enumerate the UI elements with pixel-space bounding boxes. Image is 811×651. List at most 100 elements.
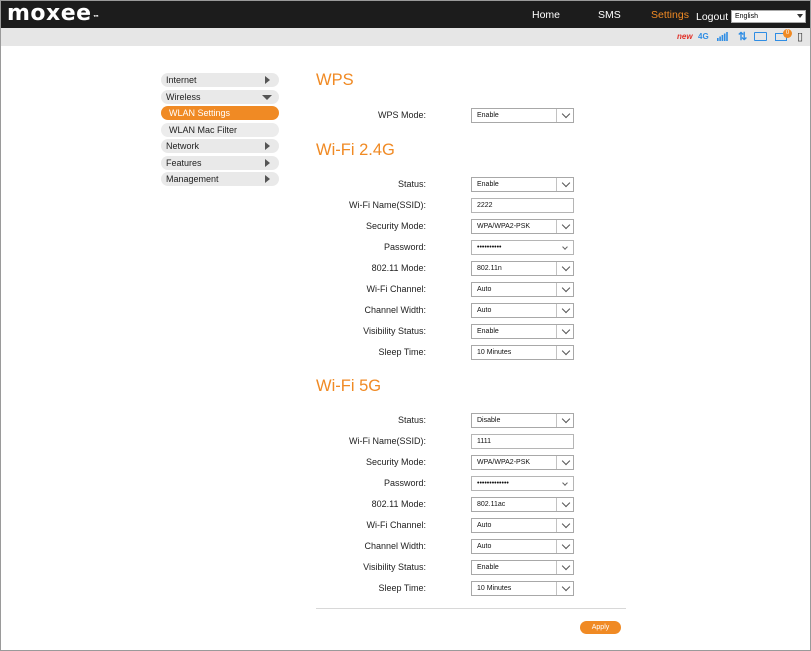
select-separator (556, 414, 557, 427)
wifi24-sleep-time-label: Sleep Time: (378, 347, 426, 357)
moxee-logo[interactable]: moxee™ (7, 1, 100, 27)
nav-home[interactable]: Home (532, 1, 560, 29)
chevron-right-icon (265, 76, 270, 84)
select-separator (556, 178, 557, 191)
form-divider (316, 608, 626, 609)
nav-sms[interactable]: SMS (598, 1, 621, 29)
wifi5-status-label: Status: (397, 415, 426, 425)
wifi5-channel-width-label: Channel Width: (364, 541, 426, 551)
chevron-down-icon (262, 94, 272, 100)
wifi24-sleep-time-select[interactable]: 10 Minutes (471, 345, 574, 360)
wifi5-security-mode-value: WPA/WPA2-PSK (477, 459, 531, 466)
wifi5-sleep-time-select[interactable]: 10 Minutes (471, 581, 574, 596)
wifi5-ssid-input[interactable]: 1111 (471, 434, 574, 449)
chevron-down-icon (561, 456, 571, 466)
select-separator (556, 456, 557, 469)
wifi5-visibility-select[interactable]: Enable (471, 560, 574, 575)
wifi5-status-select[interactable]: Disable (471, 413, 574, 428)
sidebar-item-label: WLAN Mac Filter (169, 124, 238, 135)
wifi24-channel-width-select[interactable]: Auto (471, 303, 574, 318)
wifi24-security-mode-value: WPA/WPA2-PSK (477, 223, 531, 230)
wifi24-password-input[interactable]: •••••••••• (471, 240, 574, 255)
nav-settings[interactable]: Settings (651, 1, 689, 29)
sms-count-badge: 0 (783, 29, 792, 38)
wps-section-title: WPS (316, 71, 354, 89)
wifi24-visibility-label: Visibility Status: (363, 326, 426, 336)
wifi5-sleep-time-label: Sleep Time: (378, 583, 426, 593)
chevron-right-icon (265, 142, 270, 150)
sidebar-item-internet[interactable]: Internet (161, 73, 279, 87)
chevron-right-icon (265, 158, 270, 167)
wifi24-visibility-value: Enable (477, 328, 499, 335)
signal-icon (717, 32, 728, 41)
show-password-toggle-icon[interactable] (562, 244, 568, 250)
apply-button[interactable]: Apply (580, 621, 621, 634)
chevron-down-icon (797, 14, 803, 18)
wps-mode-label: WPS Mode: (377, 110, 426, 120)
sidebar-item-wireless[interactable]: Wireless (161, 89, 279, 104)
select-separator (556, 540, 557, 553)
wifi24-80211-mode-value: 802.11n (477, 265, 502, 272)
chevron-down-icon (561, 262, 571, 272)
sidebar-item-label: Internet (166, 75, 197, 85)
select-separator (556, 283, 557, 296)
sidebar-item-label: Features (166, 157, 202, 168)
wifi24-section-title: Wi-Fi 2.4G (316, 141, 395, 159)
chevron-down-icon (561, 109, 571, 119)
chevron-down-icon (561, 561, 571, 571)
wifi24-password-label: Password: (383, 242, 426, 252)
select-separator (556, 109, 557, 122)
wifi24-status-select[interactable]: Enable (471, 177, 574, 192)
wifi24-password-value: •••••••••• (477, 244, 502, 251)
select-separator (556, 262, 557, 275)
select-separator (556, 346, 557, 359)
logout-link[interactable]: Logout (696, 3, 728, 31)
wps-mode-select[interactable]: Enable (471, 108, 574, 123)
select-separator (556, 304, 557, 317)
language-value: English (735, 13, 758, 20)
select-separator (556, 325, 557, 338)
wifi5-security-mode-label: Security Mode: (365, 457, 426, 467)
wifi5-password-value: ••••••••••••• (477, 480, 509, 487)
wifi5-channel-width-select[interactable]: Auto (471, 539, 574, 554)
language-select[interactable]: English (731, 10, 806, 23)
wifi5-visibility-value: Enable (477, 564, 499, 571)
wifi5-channel-value: Auto (477, 522, 492, 529)
wifi5-80211-mode-value: 802.11ac (477, 501, 506, 508)
wifi5-password-input[interactable]: ••••••••••••• (471, 476, 574, 491)
wifi24-channel-select[interactable]: Auto (471, 282, 574, 297)
wifi24-visibility-select[interactable]: Enable (471, 324, 574, 339)
sidebar-item-features[interactable]: Features (161, 155, 279, 170)
wifi24-80211-mode-select[interactable]: 802.11n (471, 261, 574, 276)
wifi5-channel-select[interactable]: Auto (471, 518, 574, 533)
wifi24-status-label: Status: (397, 179, 426, 189)
wifi24-security-mode-select[interactable]: WPA/WPA2-PSK (471, 219, 574, 234)
select-separator (556, 498, 557, 511)
chevron-down-icon (561, 178, 571, 188)
wifi24-channel-value: Auto (477, 286, 492, 293)
sidebar-item-wlan-mac-filter[interactable]: WLAN Mac Filter (161, 122, 279, 137)
show-password-toggle-icon[interactable] (562, 480, 568, 486)
select-separator (556, 519, 557, 532)
chevron-down-icon (561, 220, 571, 230)
wifi24-ssid-label: Wi-Fi Name(SSID): (349, 200, 426, 210)
top-navigation-bar: moxee™ Home SMS Settings Logout English (1, 1, 810, 31)
chevron-down-icon (561, 346, 571, 356)
wifi-device-icon[interactable] (754, 32, 767, 41)
wps-mode-value: Enable (477, 112, 499, 119)
wifi5-80211-mode-select[interactable]: 802.11ac (471, 497, 574, 512)
wifi5-security-mode-select[interactable]: WPA/WPA2-PSK (471, 455, 574, 470)
sidebar-item-label: Wireless (166, 91, 201, 102)
wifi24-ssid-input[interactable]: 2222 (471, 198, 574, 213)
select-separator (556, 220, 557, 233)
wifi5-channel-width-value: Auto (477, 543, 492, 550)
wifi5-ssid-label: Wi-Fi Name(SSID): (349, 436, 426, 446)
chevron-down-icon (561, 519, 571, 529)
chevron-down-icon (561, 582, 571, 592)
sidebar-item-network[interactable]: Network (161, 139, 279, 153)
wifi5-password-label: Password: (383, 478, 426, 488)
sim-icon: ▯ (797, 31, 804, 43)
chevron-down-icon (561, 498, 571, 508)
sidebar-item-label: Network (166, 141, 200, 151)
wifi5-channel-label: Wi-Fi Channel: (366, 520, 426, 530)
